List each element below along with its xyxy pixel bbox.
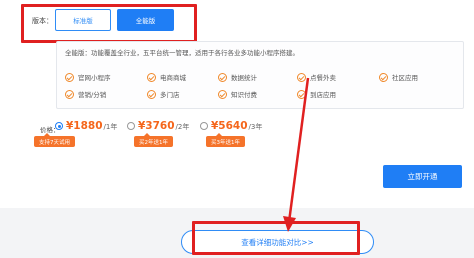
feature-item: 点餐外卖 — [297, 71, 336, 83]
feature-item: 社区应用 — [379, 71, 418, 83]
feature-item: 到店应用 — [297, 88, 336, 100]
feature-panel: 全能版：功能覆盖全行业，五平台统一管理，适用于各行各业多功能小程序搭建。 官网小… — [56, 41, 464, 109]
feature-label: 营销/分销 — [78, 91, 107, 99]
price-option-3-years[interactable]: ¥5640 /3年 — [200, 120, 262, 132]
feature-item: 官网小程序 — [65, 71, 111, 83]
price-amount: ¥1880 — [66, 120, 103, 132]
price-option-2-years[interactable]: ¥3760 /2年 — [127, 120, 189, 132]
feature-item: 多门店 — [147, 88, 180, 100]
price-badge: 支持7天试用 — [34, 133, 75, 147]
feature-description: 全能版：功能覆盖全行业，五平台统一管理，适用于各行各业多功能小程序搭建。 — [65, 49, 299, 57]
price-amount: ¥3760 — [138, 120, 175, 132]
price-amount: ¥5640 — [211, 120, 248, 132]
price-badge: 买3年送1年 — [206, 133, 245, 147]
standard-edition-button[interactable]: 标准版 — [55, 9, 111, 31]
feature-label: 多门店 — [160, 91, 180, 99]
check-circle-icon — [65, 89, 74, 99]
check-circle-icon — [379, 72, 388, 82]
feature-item: 电商商城 — [147, 71, 186, 83]
compare-features-button[interactable]: 查看详细功能对比>> — [181, 230, 374, 254]
check-circle-icon — [297, 89, 306, 99]
full-edition-button[interactable]: 全能版 — [117, 9, 174, 31]
edition-label: 版本： — [32, 17, 53, 25]
feature-label: 点餐外卖 — [310, 74, 336, 82]
check-circle-icon — [297, 72, 306, 82]
feature-item: 知识付费 — [218, 88, 257, 100]
price-option-1-year[interactable]: ¥1880 /1年 — [55, 120, 117, 132]
check-circle-icon — [65, 72, 74, 82]
price-badge: 买2年送1年 — [134, 133, 173, 147]
radio-unselected-icon[interactable] — [200, 122, 208, 130]
price-period: /2年 — [175, 123, 190, 131]
radio-selected-icon[interactable] — [55, 122, 63, 130]
feature-item: 数据统计 — [218, 71, 257, 83]
feature-label: 知识付费 — [231, 91, 257, 99]
check-circle-icon — [147, 89, 156, 99]
check-circle-icon — [218, 89, 227, 99]
feature-label: 官网小程序 — [78, 74, 111, 82]
radio-unselected-icon[interactable] — [127, 122, 135, 130]
activate-now-button[interactable]: 立即开通 — [383, 165, 462, 188]
feature-label: 数据统计 — [231, 74, 257, 82]
feature-label: 电商商城 — [160, 74, 186, 82]
price-period: /1年 — [103, 123, 118, 131]
feature-item: 营销/分销 — [65, 88, 106, 100]
check-circle-icon — [147, 72, 156, 82]
price-period: /3年 — [248, 123, 263, 131]
feature-label: 社区应用 — [392, 74, 418, 82]
feature-label: 到店应用 — [310, 91, 336, 99]
check-circle-icon — [218, 72, 227, 82]
